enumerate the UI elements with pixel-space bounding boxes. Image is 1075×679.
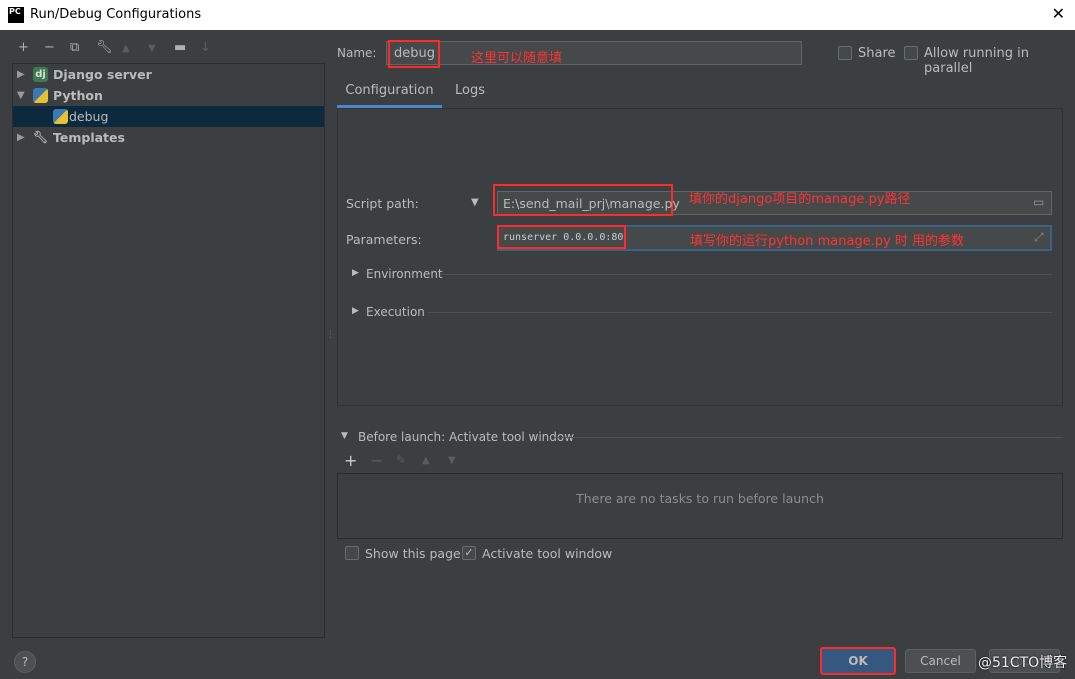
show-page-label: Show this page xyxy=(365,546,461,561)
move-down-icon[interactable]: ▼ xyxy=(148,43,156,54)
python-icon xyxy=(53,109,68,124)
name-annotation: 这里可以随意填 xyxy=(471,51,563,66)
share-label: Share xyxy=(858,46,896,61)
execution-expand-icon[interactable]: ▶ xyxy=(352,306,359,316)
script-path-value: E:\send_mail_prj\manage.py xyxy=(493,184,680,216)
move-up-icon[interactable]: ▲ xyxy=(122,43,130,54)
parallel-label: Allow running in parallel xyxy=(924,46,1029,76)
before-launch-collapse-icon[interactable]: ▼ xyxy=(341,431,348,441)
expand-editor-icon[interactable]: ⤢ xyxy=(1034,230,1044,245)
name-input[interactable] xyxy=(386,41,802,65)
watermark: @51CTO博客 xyxy=(978,655,1068,671)
config-tree: ▶ dj Django server ▼ Python debug ▶ 🔧︎ T… xyxy=(12,63,325,638)
window-title: Run/Debug Configurations xyxy=(30,7,202,22)
name-label: Name: xyxy=(337,46,377,60)
folder-icon[interactable]: ▭ xyxy=(1033,195,1044,209)
parameters-annotation: 填写你的运行python manage.py 时 用的参数 xyxy=(690,234,965,249)
close-icon[interactable]: ✕ xyxy=(1052,4,1065,23)
remove-task-icon[interactable]: − xyxy=(370,451,383,470)
tree-item-python[interactable]: ▼ Python xyxy=(13,85,324,106)
ok-button[interactable]: OK xyxy=(820,647,896,675)
collapse-icon[interactable]: ▼ xyxy=(17,85,25,106)
edit-task-icon[interactable]: ✎ xyxy=(396,453,406,467)
script-annotation: 填你的django项目的manage.py路径 xyxy=(689,192,911,207)
configuration-panel xyxy=(337,108,1063,406)
sort-icon[interactable]: ↓ xyxy=(200,40,211,55)
cancel-button[interactable]: Cancel xyxy=(905,649,976,673)
tab-logs[interactable]: Logs xyxy=(455,83,485,98)
before-launch-title: Before launch: Activate tool window xyxy=(358,430,575,444)
share-checkbox[interactable] xyxy=(838,46,852,60)
add-task-icon[interactable]: + xyxy=(344,451,357,470)
tab-configuration[interactable]: Configuration xyxy=(337,76,442,108)
expand-icon[interactable]: ▶ xyxy=(17,64,25,85)
parameters-value: runserver 0.0.0.0:80 xyxy=(497,225,626,249)
remove-icon[interactable]: − xyxy=(44,40,55,55)
script-path-label: Script path: xyxy=(346,196,419,211)
execution-section[interactable]: Execution xyxy=(366,305,425,319)
django-icon: dj xyxy=(33,67,48,82)
copy-icon[interactable]: ⧉ xyxy=(70,40,79,55)
new-folder-icon[interactable]: ▬ xyxy=(174,40,186,55)
divider xyxy=(440,274,1052,275)
expand-icon[interactable]: ▶ xyxy=(17,127,25,148)
help-button[interactable]: ? xyxy=(14,651,36,673)
activate-checkbox[interactable]: ✓ xyxy=(462,546,476,560)
tree-item-templates[interactable]: ▶ 🔧︎ Templates xyxy=(13,127,324,148)
show-page-checkbox[interactable] xyxy=(345,546,359,560)
script-type-dropdown[interactable]: ▼ xyxy=(471,197,479,208)
divider xyxy=(428,312,1052,313)
activate-label: Activate tool window xyxy=(482,546,613,561)
title-bar: PC Run/Debug Configurations ✕ xyxy=(0,0,1075,30)
tasks-list: There are no tasks to run before launch xyxy=(337,473,1063,539)
move-task-up-icon[interactable]: ▲ xyxy=(422,455,430,466)
parameters-label: Parameters: xyxy=(346,232,422,247)
python-icon xyxy=(33,88,48,103)
tree-item-debug[interactable]: debug xyxy=(13,106,324,127)
environment-expand-icon[interactable]: ▶ xyxy=(352,268,359,278)
name-value: debug xyxy=(388,40,440,68)
wrench-icon[interactable]: 🔧︎ xyxy=(96,40,113,55)
splitter-handle[interactable]: ⋮ xyxy=(326,330,335,340)
move-task-down-icon[interactable]: ▼ xyxy=(448,455,456,466)
wrench-icon: 🔧︎ xyxy=(33,130,49,144)
pycharm-logo-icon: PC xyxy=(8,7,24,23)
tree-item-django-server[interactable]: ▶ dj Django server xyxy=(13,64,324,85)
environment-section[interactable]: Environment xyxy=(366,267,443,281)
divider xyxy=(555,437,1063,438)
parallel-checkbox[interactable] xyxy=(904,46,918,60)
add-icon[interactable]: + xyxy=(18,40,29,55)
